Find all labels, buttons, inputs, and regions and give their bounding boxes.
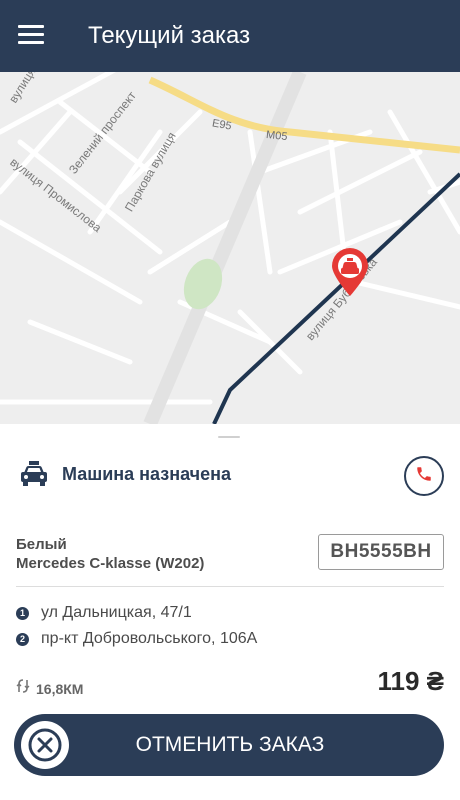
divider [16,586,444,587]
car-info: Белый Mercedes C-klasse (W202) [16,536,204,574]
car-color: Белый [16,536,67,553]
call-driver-button[interactable] [404,456,444,496]
route-point-number: 2 [16,632,29,646]
car-model: Mercedes C-klasse (W202) [16,555,205,572]
driver-status: Машина назначена [62,464,232,484]
route-point-destination: 2 пр-кт Добровольського, 106А [16,630,257,648]
pickup-address: ул Дальницкая, 47/1 [41,604,192,621]
app-bar: Текущий заказ [0,0,460,72]
car-icon [18,458,50,490]
route-icon [16,679,30,698]
license-plate: BH5555BH [318,534,444,570]
order-details-sheet: Машина назначена Белый Mercedes C-klasse… [0,424,460,800]
road-code: M05 [265,128,288,144]
route-point-number: 1 [16,606,29,620]
map-view[interactable]: вулиця П Зелений проспект вулиця Промисл… [0,72,460,424]
trip-distance: 16,8КМ [16,679,83,698]
phone-icon [415,465,433,488]
page-title: Текущий заказ [88,22,251,49]
cancel-order-button[interactable]: ОТМЕНИТЬ ЗАКАЗ [14,714,444,776]
distance-value: 16,8КМ [36,680,84,697]
route-point-pickup: 1 ул Дальницкая, 47/1 [16,604,192,622]
sheet-drag-handle[interactable] [218,436,240,438]
trip-price: 119 ₴ [377,666,444,696]
cancel-order-label: ОТМЕНИТЬ ЗАКАЗ [135,733,325,756]
driver-status-row: Машина назначена [18,456,444,496]
hamburger-menu-icon[interactable] [18,25,44,45]
destination-address: пр-кт Добровольського, 106А [41,630,258,647]
taxi-marker-icon[interactable] [330,248,370,298]
